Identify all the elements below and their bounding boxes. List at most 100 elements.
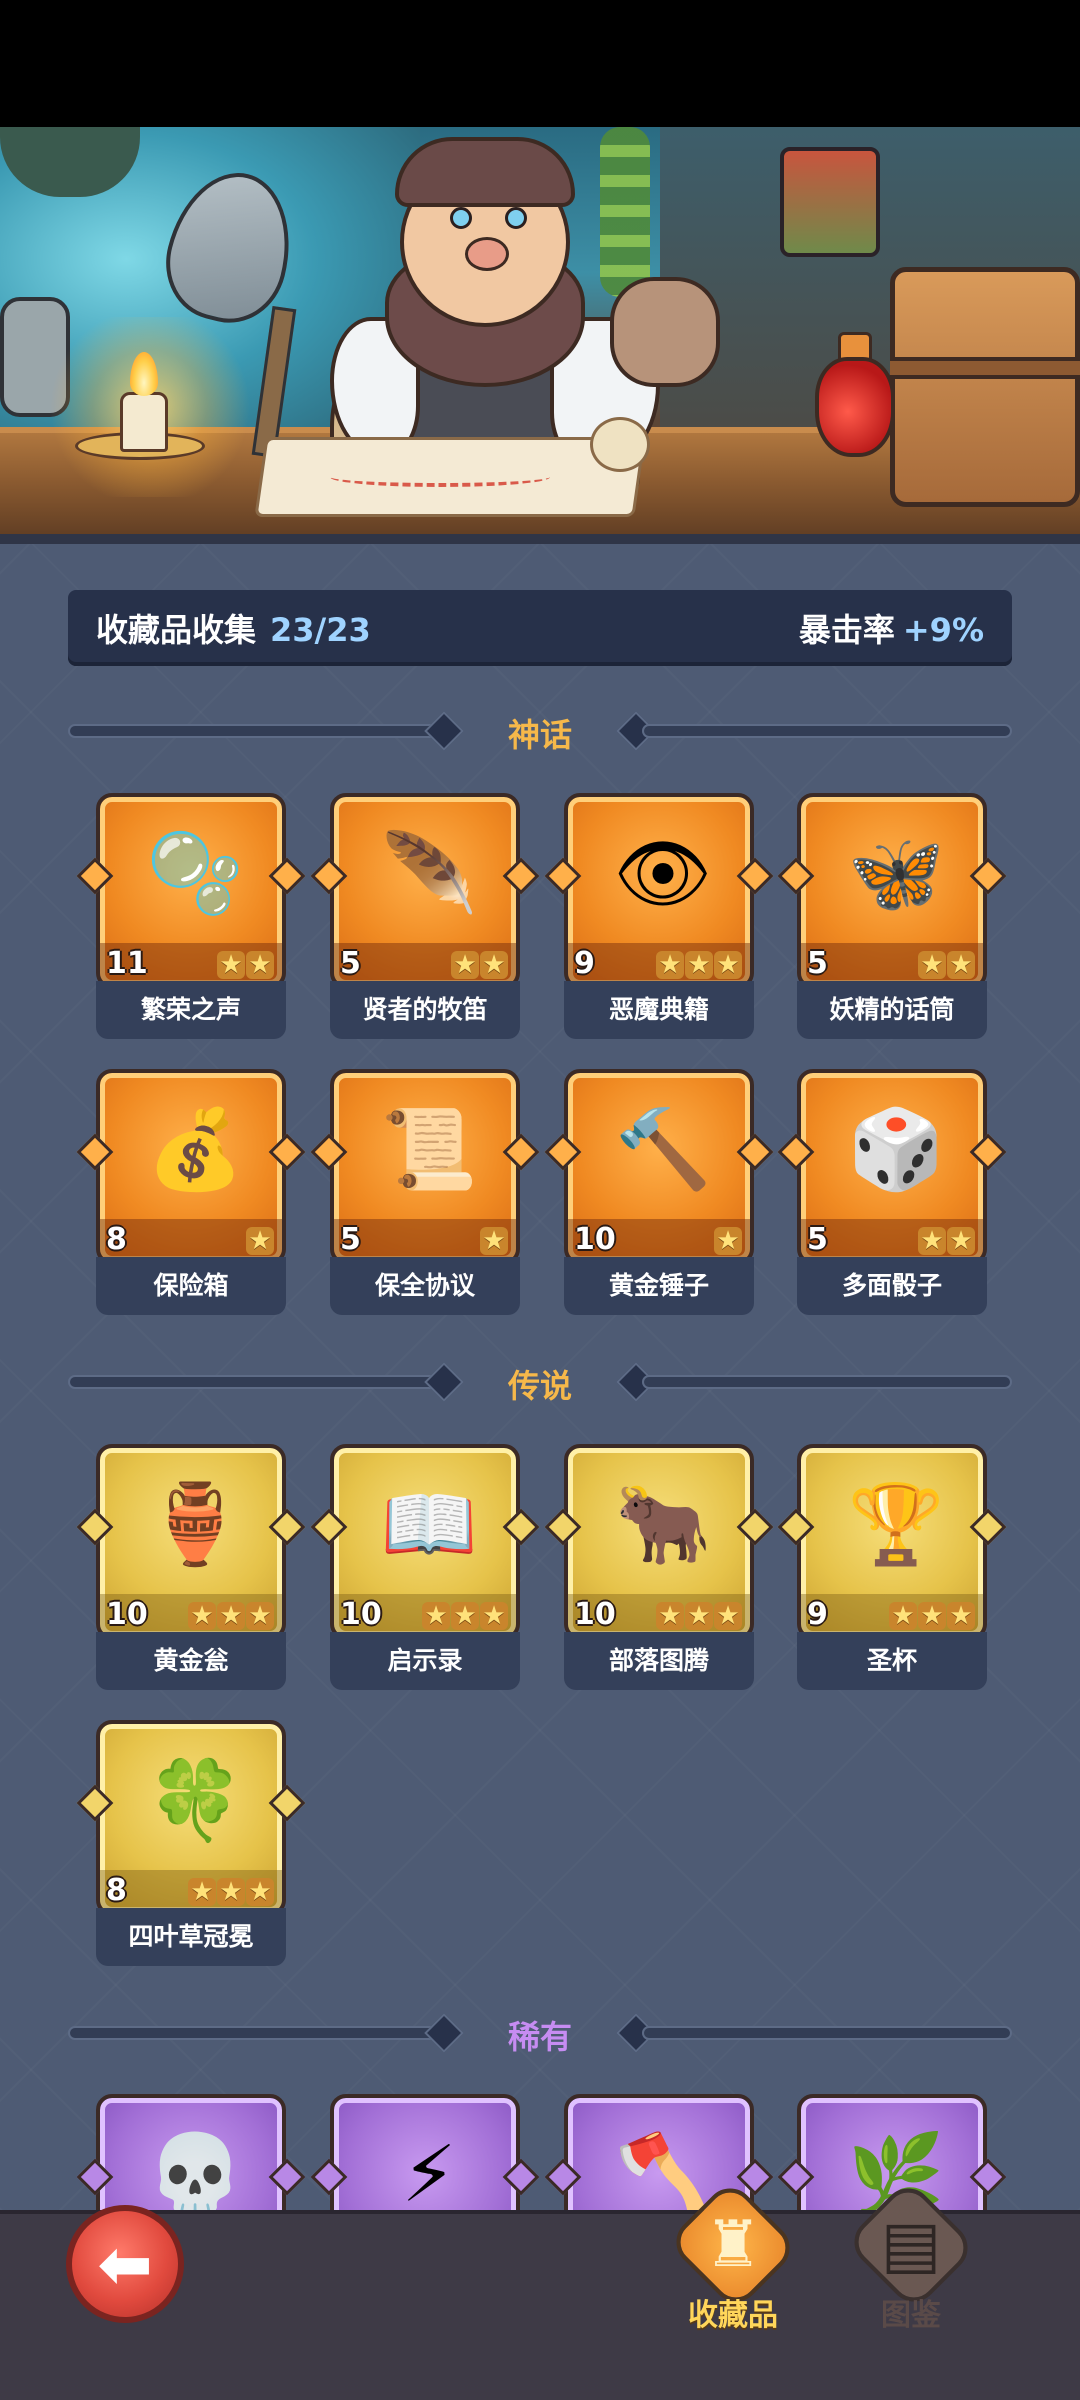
star-icon: ★ <box>714 1602 742 1630</box>
collection-progress: 收藏品收集 23/23 <box>96 605 371 651</box>
treasure-chest-icon: 💰 <box>146 1105 244 1195</box>
candle <box>120 392 168 452</box>
star-icon: ★ <box>246 1227 274 1255</box>
mythic-item-card[interactable]: 🔨 10 ★ 黄金锤子 <box>544 1069 774 1317</box>
star-icon: ★ <box>714 951 742 979</box>
item-level: 10 <box>106 1597 148 1632</box>
mythic-item-card[interactable]: 💰 8 ★ 保险箱 <box>76 1069 306 1317</box>
star-icon: ★ <box>246 951 274 979</box>
item-frame: 👁 9 ★ ★ ★ <box>564 793 754 989</box>
section-title-mythic: 神话 <box>507 716 572 754</box>
item-frame: 📖 10 ★ ★ ★ <box>330 1444 520 1640</box>
dwarf-eye-left <box>450 207 472 229</box>
crit-rate-bonus: 暴击率 +9% <box>799 605 984 651</box>
item-level: 5 <box>807 946 828 981</box>
item-name: 恶魔典籍 <box>564 981 754 1039</box>
golden-hammer-icon: 🔨 <box>614 1105 712 1195</box>
star-icon: ★ <box>451 951 479 979</box>
mythic-item-card[interactable]: 🪶 5 ★ ★ 贤者的牧笛 <box>310 793 540 1041</box>
star-icon: ★ <box>217 1878 245 1906</box>
item-frame: 🎲 5 ★ ★ <box>797 1069 987 1265</box>
item-level: 10 <box>574 1222 616 1257</box>
item-frame: 🏆 9 ★ ★ ★ <box>797 1444 987 1640</box>
item-name: 部落图腾 <box>564 1632 754 1690</box>
scroll-roll <box>590 417 650 472</box>
star-icon: ★ <box>714 1227 742 1255</box>
dwarf-nose <box>465 237 509 271</box>
item-level: 9 <box>574 946 595 981</box>
star-icon: ★ <box>451 1602 479 1630</box>
section-header-mythic: 神话 <box>68 706 1012 756</box>
legend-item-card[interactable]: 🍀 8 ★ ★ ★ 四叶草冠冕 <box>76 1720 306 1968</box>
star-rating: ★ ★ <box>451 951 508 979</box>
back-arrow-icon: ⬅ <box>97 2225 153 2303</box>
mythic-item-card[interactable]: 🫧 11 ★ ★ 繁荣之声 <box>76 793 306 1041</box>
star-icon: ★ <box>480 1602 508 1630</box>
collection-count: 23/23 <box>270 611 371 649</box>
red-potion <box>815 357 895 457</box>
item-level: 11 <box>106 946 148 981</box>
divider-left <box>68 2026 438 2040</box>
section-header-legend: 传说 <box>68 1357 1012 1407</box>
star-icon: ★ <box>685 1602 713 1630</box>
item-frame: 🐂 10 ★ ★ ★ <box>564 1444 754 1640</box>
chest-band <box>890 357 1080 379</box>
golden-urn-icon: 🏺 <box>146 1480 244 1570</box>
clover-crown-icon: 🍀 <box>146 1756 244 1846</box>
item-frame: 🦋 5 ★ ★ <box>797 793 987 989</box>
item-name: 保全协议 <box>330 1257 520 1315</box>
item-level: 8 <box>106 1873 127 1908</box>
star-rating: ★ ★ ★ <box>656 951 742 979</box>
mythic-item-card[interactable]: 👁 9 ★ ★ ★ 恶魔典籍 <box>544 793 774 1041</box>
item-frame: 🪶 5 ★ ★ <box>330 793 520 989</box>
star-rating: ★ ★ ★ <box>656 1602 742 1630</box>
item-level: 10 <box>340 1597 382 1632</box>
dwarf-hair <box>395 137 575 207</box>
fairy-microphone-icon: 🦋 <box>847 829 945 919</box>
star-icon: ★ <box>246 1878 274 1906</box>
item-frame: 🍀 8 ★ ★ ★ <box>96 1720 286 1916</box>
item-name: 妖精的话筒 <box>797 981 987 1039</box>
divider-right <box>642 724 1012 738</box>
star-rating: ★ ★ <box>217 951 274 979</box>
demon-tome-icon: 👁 <box>613 829 713 919</box>
item-name: 黄金锤子 <box>564 1257 754 1315</box>
mythic-item-card[interactable]: 📜 5 ★ 保全协议 <box>310 1069 540 1317</box>
back-button[interactable]: ⬅ <box>66 2205 184 2323</box>
star-rating: ★ ★ ★ <box>188 1878 274 1906</box>
tab-codex[interactable]: ▤ 图鉴 <box>836 2178 986 2340</box>
legend-item-card[interactable]: 🏺 10 ★ ★ ★ 黄金瓮 <box>76 1444 306 1692</box>
hero-bottom-edge <box>0 534 1080 544</box>
section-title-legend: 传说 <box>507 1367 572 1405</box>
shelf-totem <box>780 147 880 257</box>
item-level: 5 <box>807 1222 828 1257</box>
legend-item-card[interactable]: 🏆 9 ★ ★ ★ 圣杯 <box>777 1444 1007 1692</box>
mythic-item-card[interactable]: 🦋 5 ★ ★ 妖精的话筒 <box>777 793 1007 1041</box>
star-icon: ★ <box>422 1602 450 1630</box>
item-name: 保险箱 <box>96 1257 286 1315</box>
star-icon: ★ <box>480 951 508 979</box>
divider-right <box>642 1375 1012 1389</box>
tab-collection[interactable]: ♜ 收藏品 <box>658 2178 808 2340</box>
star-rating: ★ ★ ★ <box>422 1602 508 1630</box>
item-name: 启示录 <box>330 1632 520 1690</box>
star-rating: ★ ★ <box>918 1227 975 1255</box>
star-icon: ★ <box>918 951 946 979</box>
star-rating: ★ ★ ★ <box>188 1602 274 1630</box>
item-frame: 🏺 10 ★ ★ ★ <box>96 1444 286 1640</box>
star-icon: ★ <box>217 1602 245 1630</box>
item-name: 圣杯 <box>797 1632 987 1690</box>
item-name: 繁荣之声 <box>96 981 286 1039</box>
item-frame: 📜 5 ★ <box>330 1069 520 1265</box>
spirit-orb-icon: 🫧 <box>146 829 244 919</box>
mythic-item-card[interactable]: 🎲 5 ★ ★ 多面骰子 <box>777 1069 1007 1317</box>
legend-item-card[interactable]: 🐂 10 ★ ★ ★ 部落图腾 <box>544 1444 774 1692</box>
item-name: 贤者的牧笛 <box>330 981 520 1039</box>
star-icon: ★ <box>656 951 684 979</box>
dwarf-eye-right <box>505 207 527 229</box>
crit-rate-label: 暴击率 <box>798 611 895 649</box>
star-icon: ★ <box>889 1602 917 1630</box>
tab-collection-label: 收藏品 <box>688 2298 778 2333</box>
legend-item-card[interactable]: 📖 10 ★ ★ ★ 启示录 <box>310 1444 540 1692</box>
star-rating: ★ ★ <box>918 951 975 979</box>
